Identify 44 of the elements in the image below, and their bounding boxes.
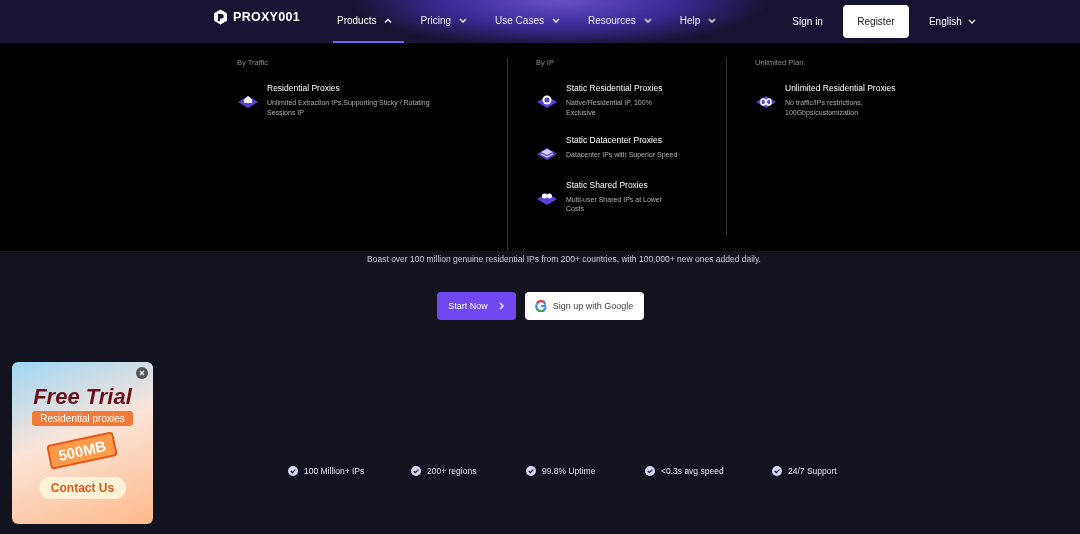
chevron-icon [384,18,393,23]
check-circle-icon [645,466,655,476]
check-circle-icon [772,466,782,476]
globe-icon [536,93,558,111]
close-button[interactable] [136,367,148,379]
feature-label: 100 Million+ IPs [304,466,365,476]
chevron-icon [708,18,717,23]
feature-label: 24/7 Support [788,466,837,476]
chevron-icon [967,19,976,24]
nav-menu-item[interactable]: Resources [583,0,664,43]
infinity-icon [755,93,777,111]
brand-name: PROXY001 [233,9,301,24]
feature-label: 99.8% Uptime [542,466,596,476]
menu-item-title[interactable]: Static Residential Proxies [566,83,681,93]
promo-title: Free Trial [33,384,132,410]
promo-amount-ticket: 500MB [46,431,119,470]
check-circle-icon [411,466,421,476]
register-button[interactable]: Register [842,5,909,38]
menu-item-title[interactable]: Unlimited Residential Proxies [785,83,896,93]
logo-icon [213,8,228,25]
nav-menu-item[interactable]: Pricing [416,0,480,43]
check-circle-icon [288,466,298,476]
chevron-icon [459,18,468,23]
feature-label: <0.3s avg speed [661,466,724,476]
free-trial-promo-card[interactable]: Free Trial Residential proxies 500MB Contact Us [12,362,153,524]
start-now-button[interactable]: Start Now [436,292,516,320]
chevron-icon [498,302,504,310]
menu-item-title[interactable]: Static Shared Proxies [566,179,681,190]
check-circle-icon [526,466,536,476]
language-selector[interactable]: English [922,15,982,28]
close-icon [139,370,145,376]
chevron-icon [551,18,560,23]
menu-item-title[interactable]: Static Datacenter Proxies [566,134,678,145]
nav-menu-item[interactable]: Help [675,0,729,43]
sign-in-link[interactable]: Sign in [786,15,829,28]
google-icon [534,300,547,312]
menu-item-title[interactable]: Residential Proxies [267,83,457,93]
hero-subtitle: Boast over 100 million genuine residential IPs from 200+ countries, with 100,000+ new ones added daily. [367,254,761,264]
feature-label: 200+ regions [427,466,477,476]
chevron-icon [643,18,652,23]
google-sign-up-button[interactable]: Sign up with Google [524,292,644,320]
nav-menu-item[interactable]: Use Cases [491,0,572,43]
promo-subtitle: Residential proxies [32,411,133,426]
house-icon [237,93,259,111]
